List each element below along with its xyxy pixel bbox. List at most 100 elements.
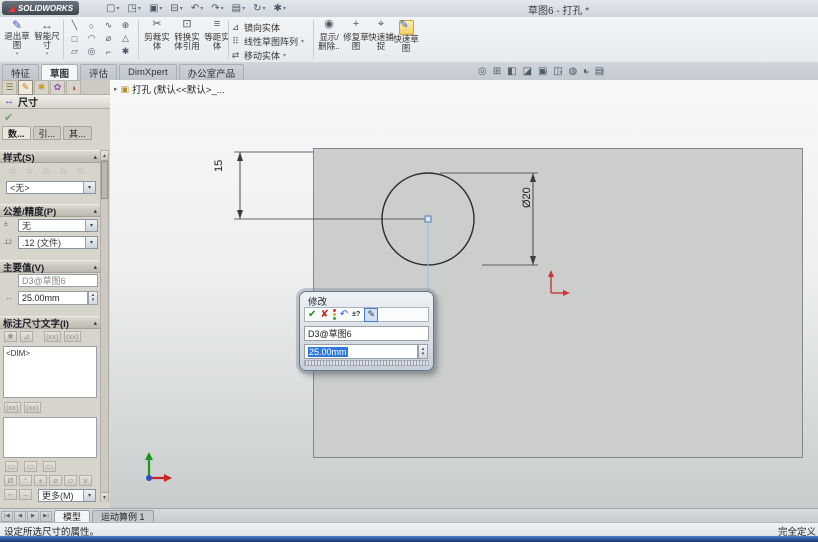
- quick-snaps-button[interactable]: ⌖ 快速捕 捉: [368, 19, 394, 51]
- tab-features[interactable]: 特征: [2, 64, 40, 80]
- display-style-button[interactable]: ◫▾: [553, 66, 562, 77]
- text-xx2-button[interactable]: (xx): [24, 402, 41, 413]
- style-star-icon[interactable]: ☆: [8, 166, 17, 177]
- undo-value-button[interactable]: ↶: [340, 309, 348, 320]
- arc-tool-button[interactable]: ◠: [83, 32, 100, 45]
- cancel-button[interactable]: ✘: [320, 309, 328, 320]
- print-button[interactable]: ⊟ ▾: [168, 1, 184, 16]
- text-align-button[interactable]: ✱: [4, 331, 17, 342]
- last-tab-button[interactable]: ▶|: [40, 510, 52, 522]
- display-manager-tab[interactable]: ◑: [66, 80, 81, 95]
- feature-tree-flyout[interactable]: ▸ ▣ 打孔 (默认<<默认>_...: [114, 82, 225, 97]
- quick-sketch-button[interactable]: ✎ 快速草 图: [393, 20, 419, 53]
- view-orientation-button[interactable]: ▣▾: [538, 66, 547, 77]
- text-angle-button[interactable]: ⊿: [20, 331, 33, 342]
- justify-right-button[interactable]: ▭: [43, 461, 56, 472]
- spin-increment-button[interactable]: ±?: [352, 310, 360, 320]
- ellipse-tool-button[interactable]: ⊕: [117, 19, 134, 32]
- pm-tab-value[interactable]: 数...: [2, 126, 31, 140]
- tab-dimxpert[interactable]: DimXpert: [119, 64, 177, 80]
- dim20-label[interactable]: Ø20: [521, 187, 533, 208]
- scroll-up-icon[interactable]: ▲: [101, 151, 108, 161]
- modify-dialog[interactable]: 修改 ✔ ✘ ↶ ±? ✎ D3@草图6 25.00mm ▴ ▾: [299, 291, 434, 371]
- rebuild-button[interactable]: ↻ ▾: [251, 1, 267, 16]
- symbol-degree-button[interactable]: °: [19, 475, 32, 486]
- mark-for-drawing-button[interactable]: ✎: [364, 307, 379, 322]
- property-manager-tab[interactable]: ✎: [18, 80, 33, 95]
- symbol-corner-button[interactable]: ⌐: [4, 489, 17, 500]
- symbol-diameter-button[interactable]: Ø: [4, 475, 17, 486]
- motion-study-tab[interactable]: 运动算例 1: [92, 509, 154, 523]
- dimension-value-field[interactable]: 25.00mm: [18, 291, 88, 305]
- dimxpert-manager-tab[interactable]: ✿: [50, 80, 65, 95]
- tab-office-products[interactable]: 办公室产品: [178, 64, 245, 80]
- open-button[interactable]: ◳ ▾: [125, 1, 142, 16]
- convert-entities-button[interactable]: ⊡ 转换实 体引用: [172, 19, 202, 51]
- secondary-text-area[interactable]: [3, 417, 97, 458]
- more-symbols-dropdown[interactable]: 更多(M) ▾: [38, 489, 96, 502]
- scene-button[interactable]: ▤▾: [595, 66, 604, 77]
- polygon-tool-button[interactable]: △: [117, 32, 134, 45]
- scroll-down-icon[interactable]: ▼: [101, 492, 108, 502]
- display-delete-relations-button[interactable]: ◉ 显示/ 删除..: [316, 19, 342, 51]
- feature-manager-tab[interactable]: ☰: [2, 80, 17, 95]
- options-button[interactable]: ✱ ▾: [272, 1, 288, 16]
- zoom-area-button[interactable]: ⊞: [493, 66, 501, 77]
- exit-sketch-button[interactable]: ✎ 退出草 图 ▾: [2, 18, 32, 61]
- model-tab[interactable]: 模型: [54, 509, 91, 523]
- circle-tool-button[interactable]: ○: [83, 19, 100, 32]
- select-button[interactable]: ▤ ▾: [230, 1, 247, 16]
- tolerance-section-header[interactable]: 公差/精度(P) ▴: [0, 204, 100, 218]
- style-dropdown[interactable]: <无> ▾: [6, 181, 96, 194]
- prev-tab-button[interactable]: ◀: [14, 510, 26, 522]
- undo-button[interactable]: ↶ ▾: [189, 1, 205, 16]
- new-button[interactable]: ▢ ▾: [104, 1, 121, 16]
- circle-center-point[interactable]: [424, 215, 432, 223]
- style-section-header[interactable]: 样式(S) ▴: [0, 150, 100, 164]
- scrollbar-thumb[interactable]: [101, 161, 108, 199]
- modify-value-field[interactable]: 25.00mm: [304, 344, 418, 359]
- text-prefix-button[interactable]: (xx): [44, 331, 61, 342]
- style-star-icon[interactable]: ☆: [25, 166, 34, 177]
- precision-dropdown[interactable]: .12 (文件) ▾: [18, 236, 98, 249]
- repair-sketch-button[interactable]: + 修复草 图: [343, 19, 369, 51]
- next-tab-button[interactable]: ▶: [27, 510, 39, 522]
- tab-sketch[interactable]: 草图: [41, 64, 79, 80]
- symbol-square-button[interactable]: ▱: [64, 475, 77, 486]
- appearance-button[interactable]: ◐▾: [583, 66, 589, 77]
- tab-evaluate[interactable]: 评估: [80, 64, 118, 80]
- text-xx-button[interactable]: (xx): [4, 402, 21, 413]
- graphics-area[interactable]: 15 Ø20 ▸ ▣ 打孔 (默认<<默认>_... 修改 ✔ ✘ ↶ ±? ✎…: [110, 80, 818, 508]
- section-view-button[interactable]: ◪: [523, 66, 532, 77]
- symbol-plusminus-button[interactable]: ±: [34, 475, 47, 486]
- slot-tool-button[interactable]: ◎: [83, 45, 100, 58]
- tolerance-dropdown[interactable]: 无 ▾: [18, 219, 98, 232]
- previous-view-button[interactable]: ◧: [507, 66, 516, 77]
- hide-items-button[interactable]: ◍▾: [568, 66, 577, 77]
- first-tab-button[interactable]: |◀: [1, 510, 13, 522]
- panel-scrollbar[interactable]: ▲ ▼: [100, 150, 109, 502]
- redo-button[interactable]: ↷ ▾: [209, 1, 225, 16]
- mirror-entities-button[interactable]: ⊿ 镜向实体: [230, 21, 280, 34]
- style-star-icon[interactable]: ☆: [76, 166, 85, 177]
- modify-name-field[interactable]: D3@草图6: [304, 326, 429, 341]
- rectangle-tool-button[interactable]: □: [66, 32, 83, 45]
- dimension-text-area[interactable]: <DIM>: [3, 346, 97, 398]
- symbol-check-button[interactable]: ∨: [79, 475, 92, 486]
- pm-tab-leaders[interactable]: 引...: [32, 126, 62, 140]
- line-tool-button[interactable]: ╲: [66, 19, 83, 32]
- primary-value-section-header[interactable]: 主要值(V) ▴: [0, 260, 100, 274]
- style-star-icon[interactable]: ☆: [59, 166, 68, 177]
- fillet-tool-button[interactable]: ⌐: [100, 45, 117, 58]
- spline-tool-button[interactable]: ∿: [100, 19, 117, 32]
- dim15-label[interactable]: 15: [213, 160, 225, 172]
- text-suffix-button[interactable]: (xx): [64, 331, 81, 342]
- zoom-fit-button[interactable]: ◎: [478, 66, 487, 77]
- centerline-tool-button[interactable]: ⌀: [100, 32, 117, 45]
- trim-entities-button[interactable]: ✂ 剪裁实 体: [142, 19, 172, 51]
- style-star-icon[interactable]: ☆: [42, 166, 51, 177]
- justify-center-button[interactable]: ▭: [24, 461, 37, 472]
- ok-button[interactable]: ✔: [4, 111, 13, 124]
- symbol-centerline-button[interactable]: ⌀: [49, 475, 62, 486]
- parallelogram-tool-button[interactable]: ▱: [66, 45, 83, 58]
